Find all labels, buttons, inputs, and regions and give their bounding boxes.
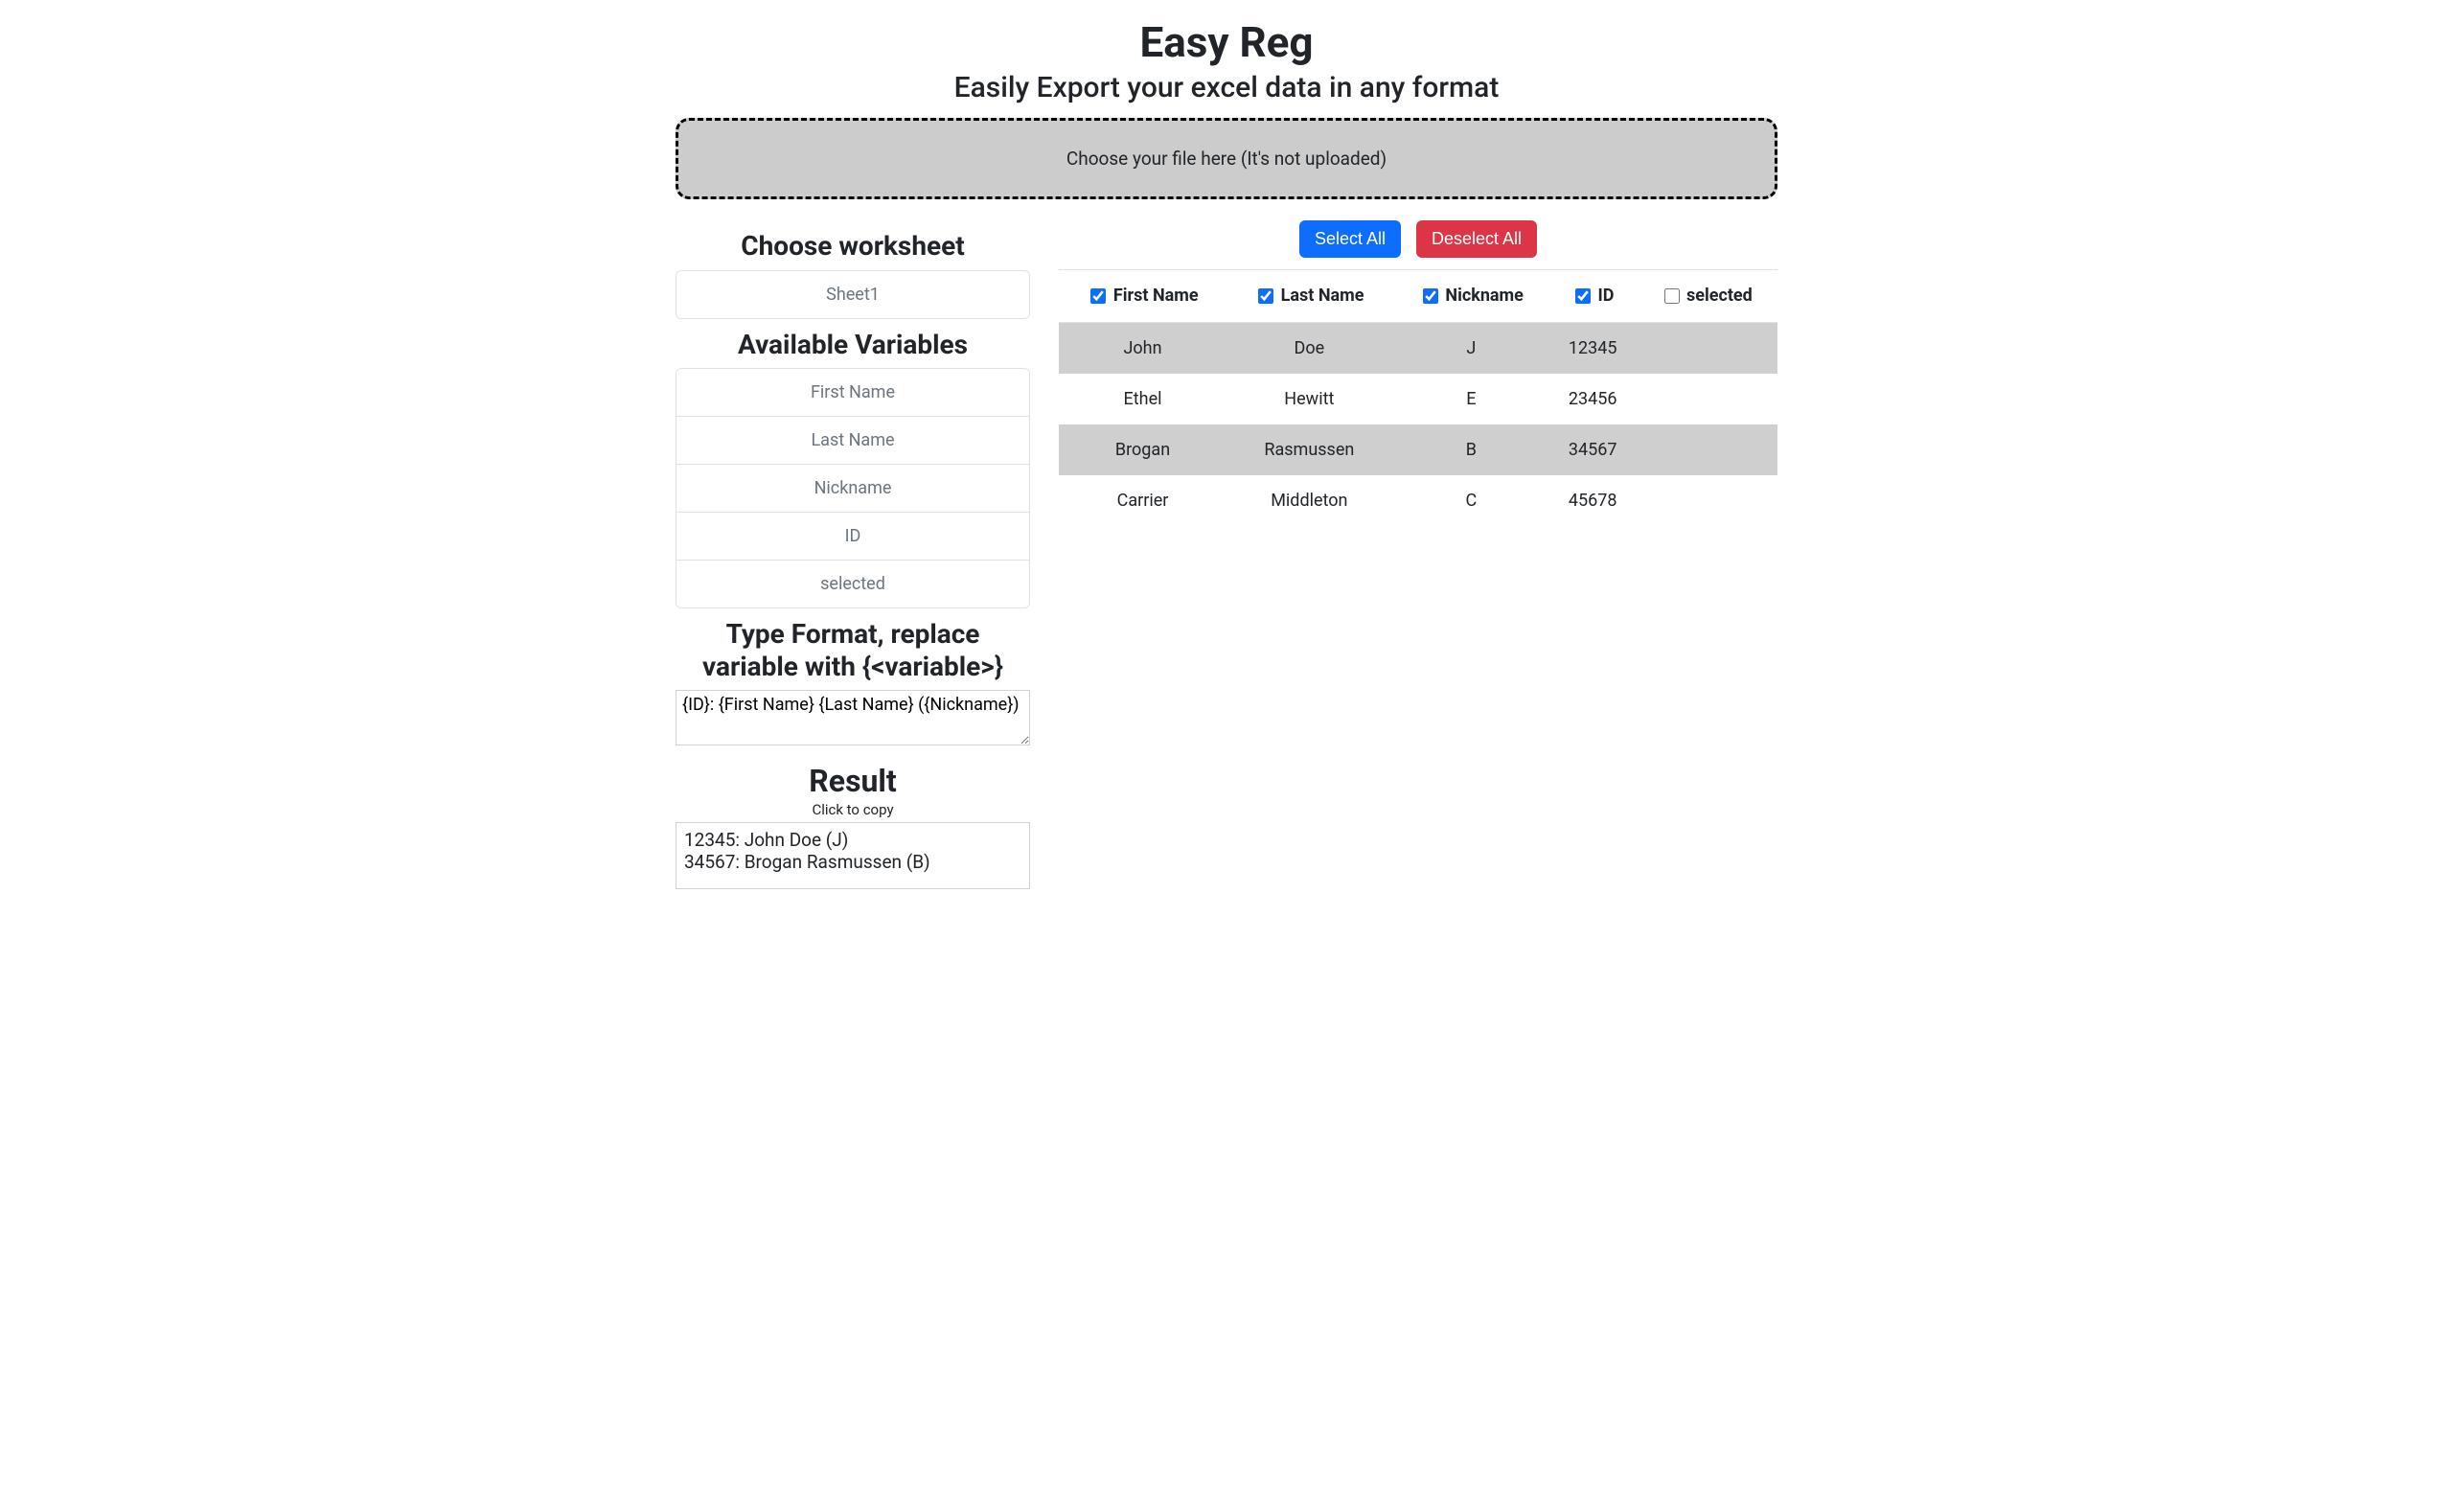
variables-list: First NameLast NameNicknameIDselected [676,368,1030,608]
table-cell: John [1059,323,1226,375]
page-title: Easy Reg [676,17,1777,67]
table-cell: Middleton [1226,475,1392,526]
column-header: Nickname [1392,270,1551,323]
table-cell: J [1392,323,1551,375]
table-row[interactable]: JohnDoeJ12345 [1059,323,1777,375]
column-checkbox[interactable] [1423,288,1438,304]
copy-hint: Click to copy [676,801,1030,818]
variable-item[interactable]: Last Name [676,417,1029,465]
table-row[interactable]: CarrierMiddletonC45678 [1059,475,1777,526]
table-cell: E [1392,374,1551,424]
deselect-all-button[interactable]: Deselect All [1416,220,1537,258]
table-cell: Ethel [1059,374,1226,424]
column-header: selected [1635,270,1777,323]
result-box[interactable]: 12345: John Doe (J) 34567: Brogan Rasmus… [676,822,1030,889]
worksheet-heading: Choose worksheet [676,230,1030,263]
select-all-button[interactable]: Select All [1299,220,1401,258]
table-cell [1635,424,1777,475]
column-checkbox[interactable] [1090,288,1106,304]
variable-item[interactable]: First Name [676,369,1029,417]
page-subtitle: Easily Export your excel data in any for… [676,71,1777,104]
column-header: ID [1550,270,1635,323]
file-dropzone[interactable]: Choose your file here (It's not uploaded… [676,118,1777,199]
table-cell [1635,374,1777,424]
table-cell: 23456 [1550,374,1635,424]
variable-item[interactable]: selected [676,561,1029,607]
result-heading: Result [676,763,1030,799]
data-table: First Name Last Name Nickname ID selecte… [1059,269,1777,526]
column-label: selected [1683,286,1753,306]
table-cell: 34567 [1550,424,1635,475]
column-checkbox[interactable] [1575,288,1591,304]
table-row[interactable]: BroganRasmussenB34567 [1059,424,1777,475]
column-header: First Name [1059,270,1226,323]
table-cell: B [1392,424,1551,475]
variables-heading: Available Variables [676,329,1030,361]
format-input[interactable] [676,690,1030,745]
table-cell: 12345 [1550,323,1635,375]
column-label: ID [1593,286,1614,306]
table-cell: C [1392,475,1551,526]
table-row[interactable]: EthelHewittE23456 [1059,374,1777,424]
table-cell [1635,323,1777,375]
table-cell [1635,475,1777,526]
variable-item[interactable]: ID [676,513,1029,561]
table-cell: Hewitt [1226,374,1392,424]
table-cell: Carrier [1059,475,1226,526]
variable-item[interactable]: Nickname [676,465,1029,513]
worksheet-list: Sheet1 [676,270,1030,319]
table-cell: Doe [1226,323,1392,375]
column-checkbox[interactable] [1664,288,1680,304]
table-cell: Rasmussen [1226,424,1392,475]
column-label: Nickname [1441,286,1524,306]
column-label: First Name [1109,286,1198,306]
worksheet-item[interactable]: Sheet1 [676,271,1029,318]
table-cell: Brogan [1059,424,1226,475]
format-heading: Type Format, replace variable with {<var… [676,618,1030,682]
column-checkbox[interactable] [1258,288,1273,304]
column-label: Last Name [1276,286,1364,306]
table-cell: 45678 [1550,475,1635,526]
column-header: Last Name [1226,270,1392,323]
